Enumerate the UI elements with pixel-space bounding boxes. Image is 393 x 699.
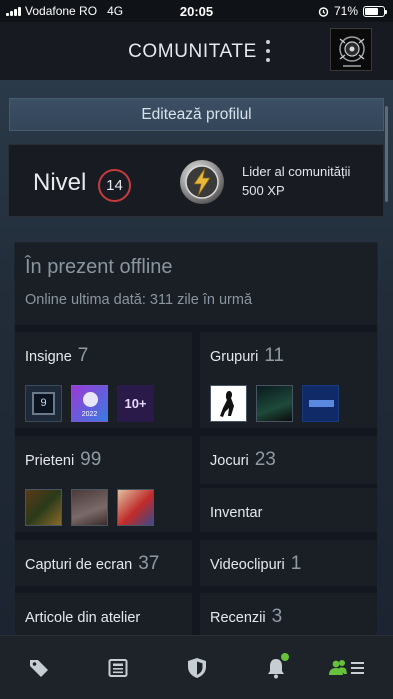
reviews-label: Recenzii (210, 610, 266, 626)
app-header: COMUNITATE (0, 22, 393, 80)
battery-icon (363, 5, 387, 17)
notification-dot (281, 653, 289, 661)
badge-level-9-icon[interactable]: 9 (25, 385, 62, 422)
edit-profile-button[interactable]: Editează profilul (9, 98, 384, 131)
badges-tile[interactable]: Insigne 7 9 2022 10+ (15, 332, 192, 428)
games-tile[interactable]: Jocuri 23 (200, 436, 377, 484)
games-count: 23 (254, 449, 276, 470)
badge-2022-icon[interactable]: 2022 (71, 385, 108, 422)
last-online-text: Online ultima dată: 311 zile în urmă (25, 292, 253, 308)
reviews-tile[interactable]: Recenzii 3 (200, 593, 377, 635)
user-avatar[interactable] (330, 28, 372, 71)
store-icon[interactable] (25, 656, 53, 680)
groups-tile[interactable]: Grupuri 11 (200, 332, 377, 428)
inventory-tile[interactable]: Inventar (200, 488, 377, 532)
screenshots-tile[interactable]: Capturi de ecran 37 (15, 540, 192, 586)
screenshots-count: 37 (138, 553, 160, 574)
status-title: În prezent offline (25, 256, 173, 278)
badges-count: 7 (77, 345, 89, 366)
online-status-panel: În prezent offline Online ultima dată: 3… (15, 243, 377, 325)
battery-percent: 71% (333, 4, 358, 18)
videos-count: 1 (290, 553, 302, 574)
games-label: Jocuri (210, 453, 249, 469)
badges-label: Insigne (25, 349, 72, 365)
profile-content: Editează profilul Nivel 14 Lider al comu… (0, 80, 393, 635)
community-icon[interactable] (328, 656, 366, 680)
badge-name: Lider al comunității (242, 164, 351, 179)
guard-icon[interactable] (183, 656, 211, 680)
profile-summary: În prezent offline Online ultima dată: 3… (14, 242, 378, 635)
group-avatar-icon[interactable] (210, 385, 247, 422)
group-avatar-icon[interactable] (302, 385, 339, 422)
groups-label: Grupuri (210, 349, 259, 365)
friends-tile[interactable]: Prieteni 99 (15, 436, 192, 532)
scrollbar[interactable] (385, 106, 388, 202)
inventory-label: Inventar (210, 505, 263, 521)
groups-count: 11 (264, 345, 285, 366)
badge-xp: 500 XP (242, 183, 285, 198)
more-options-icon[interactable] (263, 40, 273, 62)
workshop-tile[interactable]: Articole din atelier (15, 593, 192, 635)
level-panel: Nivel 14 Lider al comunității 500 XP (8, 144, 384, 217)
level-badge[interactable]: 14 (98, 169, 131, 202)
reviews-count: 3 (271, 606, 283, 627)
friend-avatar[interactable] (25, 489, 62, 526)
news-icon[interactable] (104, 656, 132, 680)
community-leader-badge-icon[interactable] (179, 159, 225, 205)
friends-label: Prieteni (25, 453, 75, 469)
videos-tile[interactable]: Videoclipuri 1 (200, 540, 377, 586)
group-avatar-icon[interactable] (256, 385, 293, 422)
friend-avatar[interactable] (117, 489, 154, 526)
workshop-label: Articole din atelier (25, 610, 141, 626)
alarm-icon (318, 6, 329, 17)
level-label: Nivel (33, 169, 87, 196)
status-bar: Vodafone RO 4G 20:05 71% (0, 0, 393, 22)
badge-years-icon[interactable]: 10+ (117, 385, 154, 422)
notifications-icon[interactable] (262, 653, 290, 680)
friends-count: 99 (80, 449, 102, 470)
screenshots-label: Capturi de ecran (25, 557, 133, 573)
friend-avatar[interactable] (71, 489, 108, 526)
videos-label: Videoclipuri (210, 557, 285, 573)
bottom-navigation (0, 635, 393, 699)
